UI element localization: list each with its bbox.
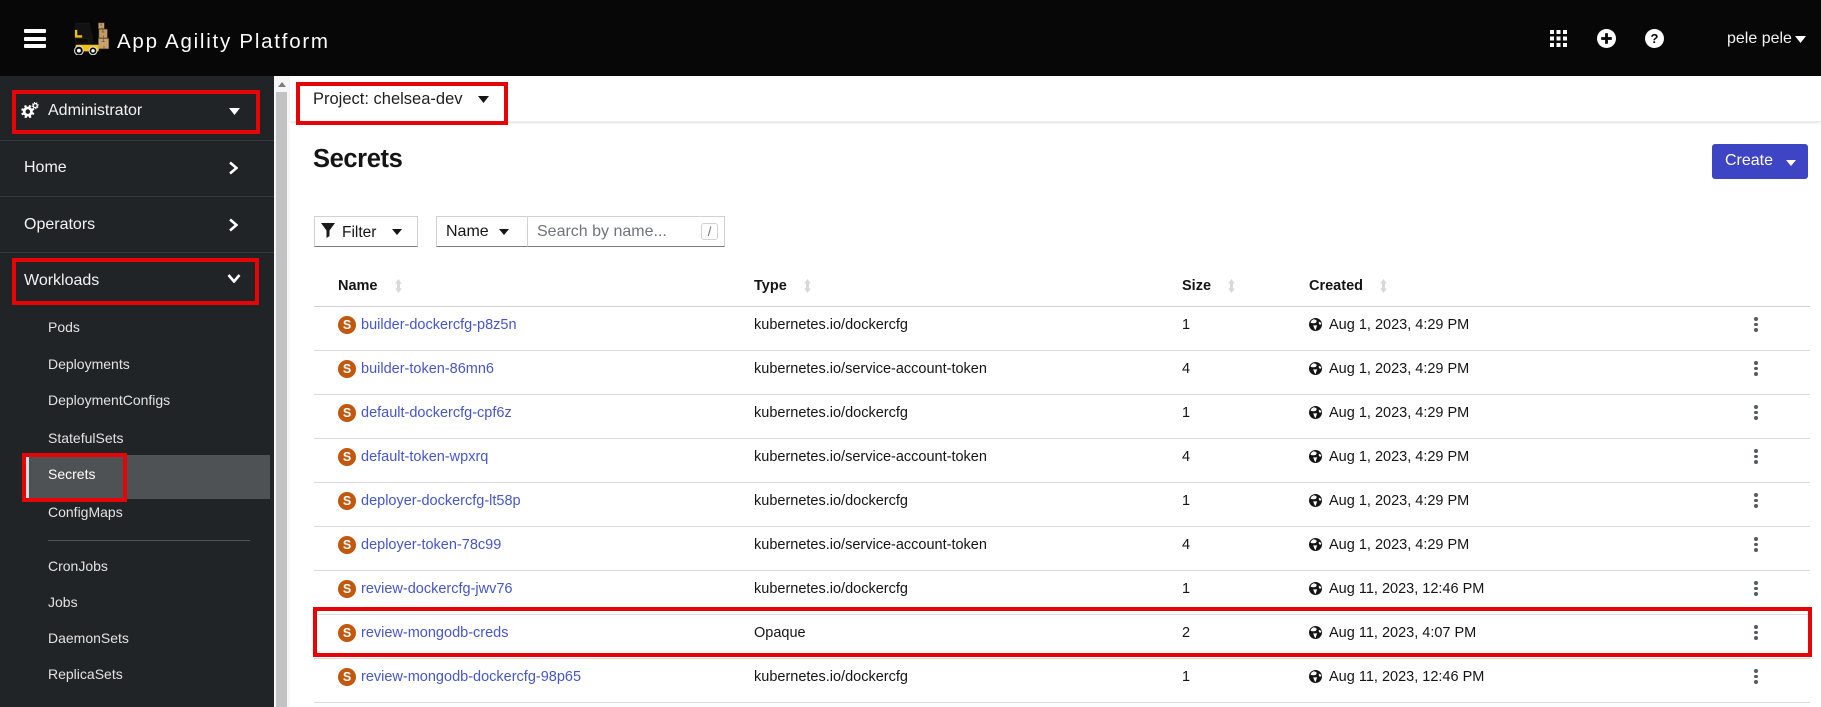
svg-text:?: ? [1651, 31, 1659, 46]
